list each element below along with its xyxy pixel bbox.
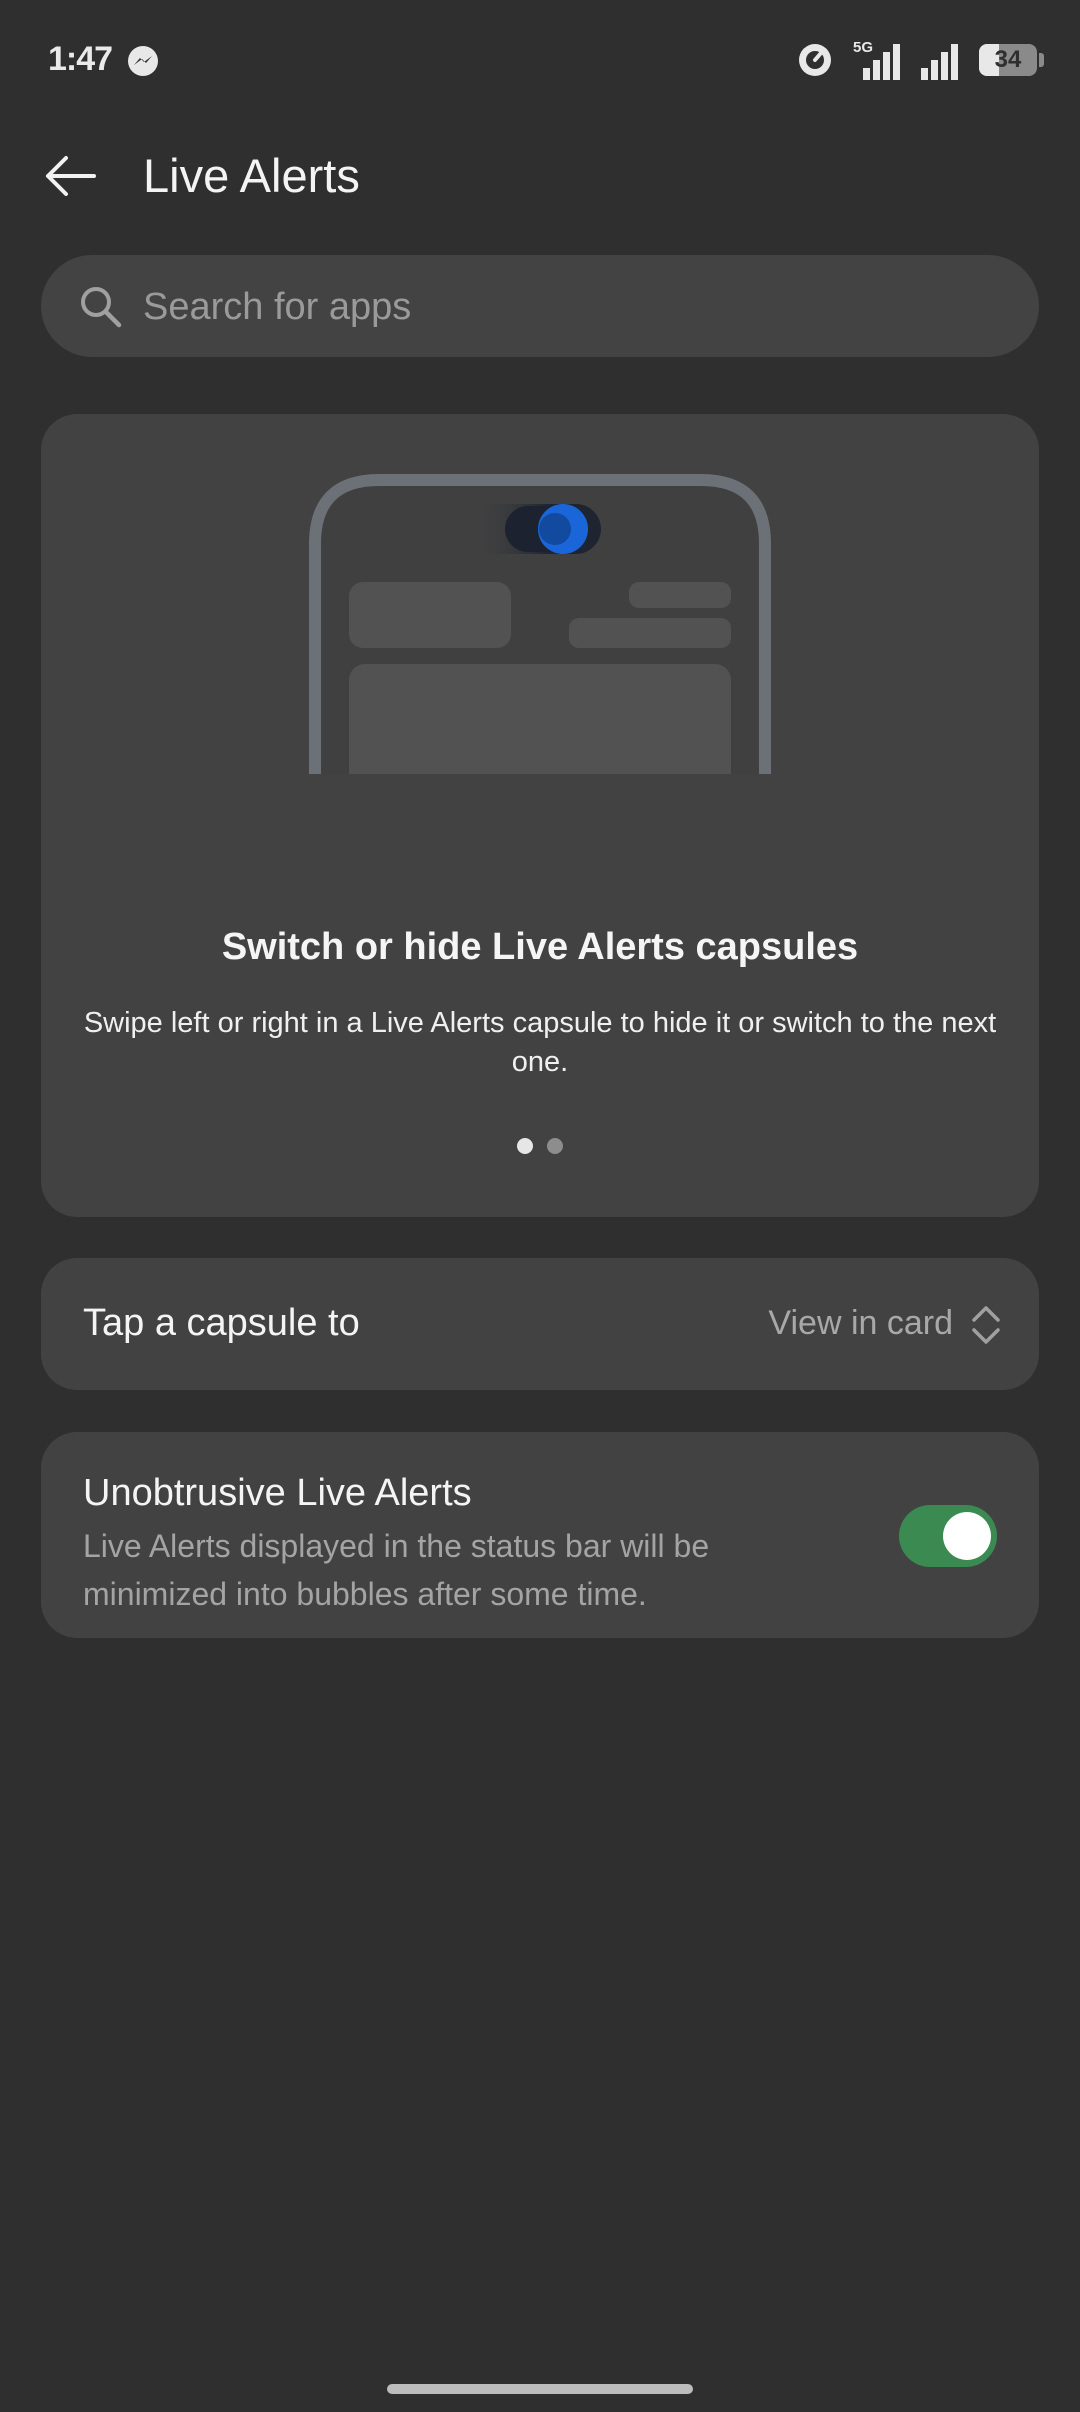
data-saver-icon [799,44,831,76]
tips-card[interactable]: Switch or hide Live Alerts capsules Swip… [41,414,1039,1217]
signal-5g-icon: 5G [853,39,900,80]
tap-capsule-label: Tap a capsule to [83,1302,360,1344]
status-icons: 5G 34 [795,38,1044,82]
battery-icon: 34 [979,44,1037,76]
unobtrusive-setting[interactable]: Unobtrusive Live Alerts Live Alerts disp… [41,1432,1039,1638]
search-bar[interactable] [41,255,1039,359]
search-icon [81,287,122,328]
tips-title: Switch or hide Live Alerts capsules [221,926,859,968]
messenger-icon [128,46,158,76]
phone-illustration [309,474,771,774]
page-title: Live Alerts [143,149,360,202]
tap-capsule-value[interactable]: View in card [768,1304,953,1343]
battery-level: 34 [994,46,1022,73]
svg-text:5G: 5G [853,39,873,56]
tap-capsule-setting[interactable]: Tap a capsule to View in card [41,1258,1039,1390]
unobtrusive-description: Live Alerts displayed in the status bar … [83,1528,710,1612]
unobtrusive-label: Unobtrusive Live Alerts [83,1472,472,1514]
signal-icon [921,44,958,80]
page-indicator[interactable] [41,1138,1039,1154]
chevron-up-down-icon[interactable] [969,1304,1003,1346]
battery-tip [1039,53,1044,67]
page-dot-2[interactable] [547,1138,563,1154]
tips-description: Swipe left or right in a Live Alerts cap… [83,1007,997,1078]
status-time: 1:47 [48,40,113,78]
toggle-knob [943,1512,991,1560]
arrow-left-icon[interactable] [40,146,100,206]
search-input[interactable] [141,255,1005,359]
unobtrusive-toggle[interactable] [899,1505,997,1567]
home-indicator[interactable] [387,2384,693,2394]
page-dot-1[interactable] [517,1138,533,1154]
status-bar: 1:47 5G 34 [0,0,1080,124]
top-app-bar: Live Alerts [0,124,1080,224]
